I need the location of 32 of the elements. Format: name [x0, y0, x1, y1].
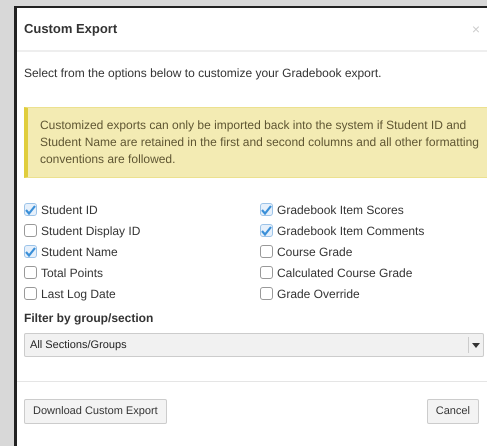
- option-label: Student ID: [41, 202, 98, 218]
- checkbox[interactable]: [24, 224, 37, 237]
- checkbox[interactable]: [260, 203, 273, 216]
- option-label: Calculated Course Grade: [277, 264, 412, 282]
- option-label: Course Grade: [277, 244, 352, 260]
- dialog-title: Custom Export: [24, 20, 118, 38]
- checkbox[interactable]: [260, 245, 273, 258]
- checkbox[interactable]: [24, 287, 37, 300]
- intro-text: Select from the options below to customize your Gradebook export.: [24, 65, 383, 82]
- option-label: Gradebook Item Comments: [277, 222, 424, 240]
- warning-alert: Customized exports can only be imported back into the system if Student ID and Student Name are retained in the first and second columns and all other formatting conventions are followed.: [24, 107, 487, 178]
- section-select[interactable]: All Sections/Groups: [24, 333, 484, 357]
- checkbox[interactable]: [260, 287, 273, 300]
- checkbox[interactable]: [24, 245, 37, 258]
- option-label: Last Log Date: [41, 286, 116, 302]
- option-label: Student Name: [41, 244, 118, 260]
- checkmark-icon: [25, 246, 36, 256]
- checkbox[interactable]: [24, 203, 37, 216]
- filter-label: Filter by group/section: [24, 310, 154, 327]
- checkmark-icon: [261, 204, 272, 214]
- option-label: Student Display ID: [41, 222, 140, 240]
- download-button[interactable]: Download Custom Export: [24, 399, 167, 424]
- checkbox[interactable]: [260, 266, 273, 279]
- option-label: Total Points: [41, 264, 104, 282]
- checkbox[interactable]: [24, 266, 37, 279]
- dropdown-caret-icon: [472, 342, 480, 348]
- checkmark-icon: [261, 226, 272, 236]
- cancel-button[interactable]: Cancel: [426, 399, 479, 424]
- option-label: Gradebook Item Scores: [277, 202, 404, 218]
- option-label: Grade Override: [277, 286, 360, 302]
- checkbox[interactable]: [260, 224, 273, 237]
- checkmark-icon: [25, 204, 36, 214]
